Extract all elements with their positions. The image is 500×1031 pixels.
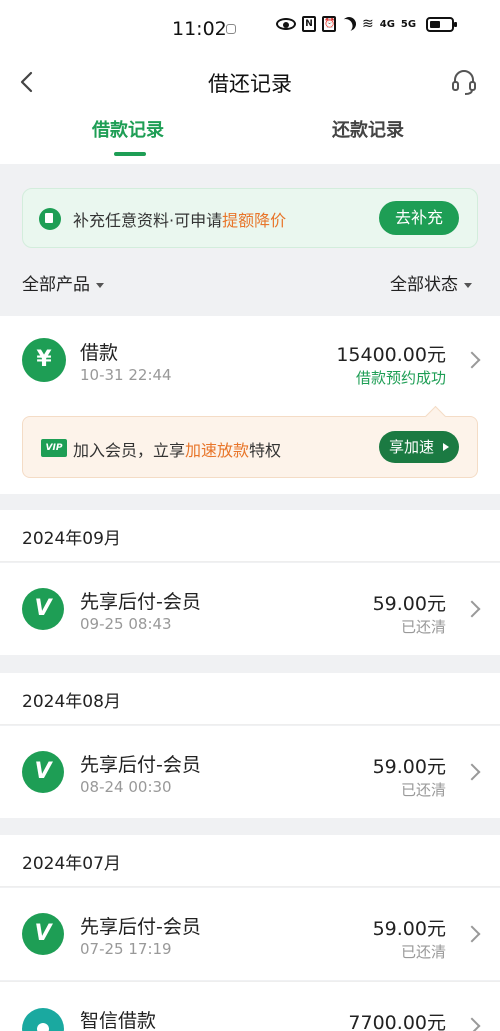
vip-v-icon: V xyxy=(22,751,64,793)
tab-repay-records[interactable]: 还款记录 xyxy=(332,116,404,142)
item-status: 已还清 xyxy=(400,618,446,636)
item-date: 08-24 00:30 xyxy=(80,778,172,796)
status-time: 11:02 xyxy=(172,18,227,40)
status-filter-label: 全部状态 xyxy=(390,275,458,295)
caret-down-icon xyxy=(464,282,472,288)
signal-5g-icon: 5G xyxy=(400,18,417,30)
filter-bar: 全部产品 全部状态 xyxy=(0,266,500,296)
item-date: 09-25 08:43 xyxy=(80,615,172,633)
promo-text: 补充任意资料·可申请提额降价 xyxy=(73,207,286,231)
promo-text-prefix: 补充任意资料·可申请 xyxy=(73,211,223,230)
vip-v-icon: V xyxy=(22,913,64,955)
item-amount: 7700.00元 xyxy=(348,1012,446,1031)
vip-text-highlight: 加速放款 xyxy=(185,441,250,460)
status-bar: 11:02 N ⏰ ≋ 4G 5G xyxy=(0,0,500,58)
item-status: 已还清 xyxy=(400,943,446,961)
headset-icon[interactable] xyxy=(450,68,478,96)
loan-name: 借款 xyxy=(80,342,119,364)
status-filter[interactable]: 全部状态 xyxy=(390,270,472,295)
promo-text-highlight: 提额降价 xyxy=(222,211,287,230)
vip-text-suffix: 特权 xyxy=(249,441,282,460)
vip-text-prefix: 加入会员，立享 xyxy=(73,441,186,460)
nfc-icon: N xyxy=(302,16,316,32)
supplement-info-banner: 补充任意资料·可申请提额降价 去补充 xyxy=(22,188,478,248)
product-filter[interactable]: 全部产品 xyxy=(22,270,104,295)
active-tab-indicator xyxy=(114,152,146,156)
list-item[interactable]: V 先享后付-会员 08-24 00:30 59.00元 已还清 xyxy=(0,726,500,818)
chevron-right-icon xyxy=(463,1017,481,1031)
play-icon xyxy=(443,443,449,451)
speed-up-label: 享加速 xyxy=(389,438,435,456)
item-name: 先享后付-会员 xyxy=(80,754,201,776)
notification-icon xyxy=(226,24,236,34)
vip-banner: VIP 加入会员，立享加速放款特权 享加速 xyxy=(22,416,478,478)
status-icons: N ⏰ ≋ 4G 5G xyxy=(276,14,458,33)
month-label: 2024年09月 xyxy=(22,529,121,549)
loan-date: 10-31 22:44 xyxy=(80,366,172,384)
month-header: 2024年07月 xyxy=(0,835,500,887)
signal-4g-icon: 4G xyxy=(379,18,395,30)
item-date: 07-25 17:19 xyxy=(80,940,172,958)
month-header: 2024年09月 xyxy=(0,510,500,562)
vip-badge-icon: VIP xyxy=(41,439,67,457)
current-loan-card[interactable]: ¥ 借款 10-31 22:44 15400.00元 借款预约成功 VIP 加入… xyxy=(0,316,500,494)
item-amount: 59.00元 xyxy=(372,918,446,940)
item-amount: 59.00元 xyxy=(372,593,446,615)
list-item[interactable]: V 先享后付-会员 09-25 08:43 59.00元 已还清 xyxy=(0,563,500,655)
document-icon xyxy=(39,208,61,230)
loan-amount: 15400.00元 xyxy=(336,344,446,366)
chevron-right-icon xyxy=(463,763,481,781)
page-title: 借还记录 xyxy=(208,72,292,96)
battery-icon xyxy=(426,16,458,32)
list-item[interactable]: V 先享后付-会员 07-25 17:19 59.00元 已还清 xyxy=(0,888,500,980)
caret-down-icon xyxy=(96,282,104,288)
month-header: 2024年08月 xyxy=(0,673,500,725)
yuan-icon: ¥ xyxy=(22,338,66,382)
chevron-right-icon xyxy=(463,925,481,943)
vip-text: 加入会员，立享加速放款特权 xyxy=(73,437,281,461)
list-item[interactable]: 智信借款 7700.00元 xyxy=(0,981,500,1031)
eye-icon xyxy=(276,18,296,30)
item-name: 先享后付-会员 xyxy=(80,591,201,613)
item-amount: 59.00元 xyxy=(372,756,446,778)
moon-icon xyxy=(339,14,358,33)
vip-v-icon: V xyxy=(22,588,64,630)
product-filter-label: 全部产品 xyxy=(22,275,90,295)
chevron-right-icon xyxy=(463,600,481,618)
chevron-right-icon xyxy=(463,351,481,369)
speed-up-button[interactable]: 享加速 xyxy=(379,431,459,463)
zhixin-logo-icon xyxy=(22,1008,64,1031)
item-status: 已还清 xyxy=(400,781,446,799)
supplement-button[interactable]: 去补充 xyxy=(379,201,459,235)
month-label: 2024年07月 xyxy=(22,854,121,874)
loan-status: 借款预约成功 xyxy=(355,369,446,387)
alarm-icon: ⏰ xyxy=(322,16,336,32)
wifi-icon: ≋ xyxy=(362,16,374,32)
tab-borrow-records[interactable]: 借款记录 xyxy=(92,116,164,142)
record-tabs: 借款记录 还款记录 xyxy=(0,106,500,164)
item-name: 智信借款 xyxy=(80,1010,157,1031)
item-name: 先享后付-会员 xyxy=(80,916,201,938)
navbar: 借还记录 xyxy=(0,58,500,106)
month-label: 2024年08月 xyxy=(22,692,121,712)
